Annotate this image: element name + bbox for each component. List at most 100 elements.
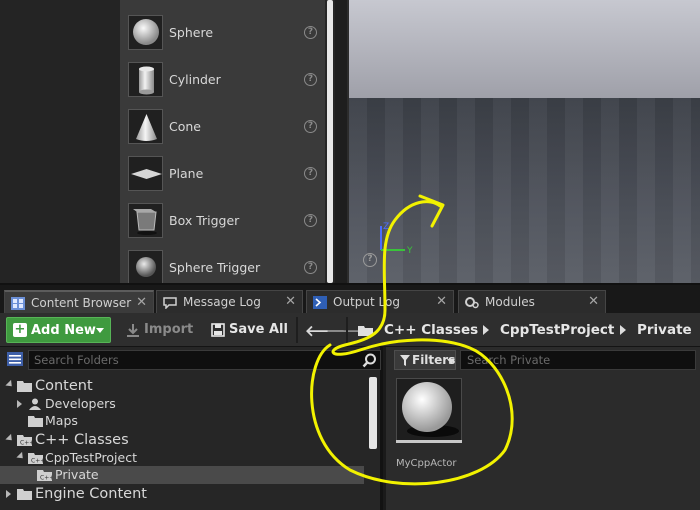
developer-icon: [29, 398, 41, 410]
tab-close-icon[interactable]: ✕: [285, 291, 296, 313]
tab-content-browser[interactable]: Content Browser ✕: [4, 290, 154, 314]
tree-item-private[interactable]: C++ Private: [0, 466, 364, 484]
folder-tree-pane: Search Folders Content Developers Maps C…: [0, 347, 383, 510]
axis-z-label: Z: [383, 222, 389, 232]
cpp-folder-icon: C++: [37, 470, 52, 482]
search-folders-input[interactable]: Search Folders: [28, 350, 381, 370]
sphere-icon: [128, 15, 163, 50]
breadcrumb-item[interactable]: CppTestProject: [500, 317, 614, 343]
tree-item-maps[interactable]: Maps: [0, 412, 364, 430]
shape-item-cone[interactable]: Cone ?: [120, 103, 325, 150]
asset-name-label: MyCppActor: [396, 458, 457, 469]
help-icon[interactable]: ?: [304, 73, 317, 86]
folder-icon: [17, 489, 32, 500]
dock-tab-bar: Content Browser ✕ Message Log ✕ Output L…: [0, 283, 700, 314]
tab-close-icon[interactable]: ✕: [588, 291, 599, 313]
save-all-label: Save All: [229, 322, 288, 337]
shape-item-sphere-trigger[interactable]: Sphere Trigger ?: [120, 244, 325, 283]
shape-label: Cylinder: [169, 72, 221, 87]
search-placeholder: Search Private: [467, 353, 551, 367]
shape-label: Cone: [169, 119, 201, 134]
cpp-folder-icon: C++: [28, 453, 43, 465]
unreal-editor-window: Sphere ? Cylinder ? Cone ? Plane ? Box T…: [0, 0, 700, 510]
tab-close-icon[interactable]: ✕: [436, 291, 447, 313]
level-viewport[interactable]: Z Y ?: [347, 0, 700, 283]
tab-label: Modules: [485, 295, 535, 309]
chevron-down-icon: [96, 328, 104, 333]
help-icon[interactable]: ?: [304, 26, 317, 39]
expand-icon[interactable]: [6, 490, 11, 498]
actor-sphere-icon: [402, 382, 459, 437]
svg-text:C++: C++: [40, 475, 52, 482]
shape-label: Box Trigger: [169, 213, 240, 228]
tab-label: Message Log: [183, 295, 261, 309]
tab-label: Content Browser: [31, 296, 132, 310]
tree-item-content[interactable]: Content: [0, 377, 364, 395]
help-icon[interactable]: ?: [304, 167, 317, 180]
asset-view-pane: Filters Search Private MyCppActor: [386, 347, 700, 510]
breadcrumb-item[interactable]: C++ Classes: [384, 317, 478, 343]
breadcrumb-item[interactable]: Private: [637, 317, 692, 343]
tree-label: Developers: [45, 396, 116, 411]
tree-item-engine-content[interactable]: Engine Content: [0, 485, 364, 503]
tab-output-log[interactable]: Output Log ✕: [306, 290, 454, 314]
help-icon[interactable]: ?: [304, 261, 317, 274]
filter-icon: [400, 355, 410, 366]
tree-item-developers[interactable]: Developers: [0, 395, 364, 413]
import-icon: [127, 324, 139, 337]
tree-label: Content: [35, 378, 93, 394]
add-new-button[interactable]: + Add New: [6, 317, 111, 343]
asset-tile-mycppactor[interactable]: [396, 378, 462, 442]
viewport-help-icon[interactable]: ?: [363, 253, 377, 267]
tree-label: C++ Classes: [35, 432, 129, 448]
message-log-icon: [163, 297, 177, 309]
shape-item-plane[interactable]: Plane ?: [120, 150, 325, 197]
tree-label: CppTestProject: [45, 450, 137, 465]
filters-button[interactable]: Filters: [394, 350, 456, 370]
expand-icon[interactable]: [5, 433, 15, 444]
folder-icon: [28, 416, 43, 427]
shape-item-sphere[interactable]: Sphere ?: [120, 9, 325, 56]
folder-tree-scroll-thumb[interactable]: [369, 377, 377, 449]
tab-close-icon[interactable]: ✕: [136, 292, 147, 314]
expand-icon[interactable]: [17, 400, 22, 408]
save-all-button[interactable]: Save All: [211, 317, 291, 343]
tree-label: Engine Content: [35, 486, 147, 502]
viewport-sky: [349, 0, 700, 98]
toolbar-divider: [296, 317, 298, 343]
import-button[interactable]: Import: [126, 317, 194, 343]
tab-message-log[interactable]: Message Log ✕: [156, 290, 303, 314]
breadcrumb-arrow-icon[interactable]: [620, 325, 626, 335]
search-assets-input[interactable]: Search Private: [460, 350, 696, 370]
shape-list-scroll-thumb[interactable]: [327, 0, 333, 283]
shape-label: Sphere: [169, 25, 214, 40]
breadcrumb-arrow-icon[interactable]: [483, 325, 489, 335]
expand-icon[interactable]: [16, 451, 26, 462]
sources-toggle-icon[interactable]: [7, 352, 23, 366]
folder-icon: [17, 381, 32, 392]
shape-label: Plane: [169, 166, 204, 181]
save-icon: [211, 323, 225, 337]
shape-label: Sphere Trigger: [169, 260, 261, 275]
cylinder-icon: [128, 62, 163, 97]
folder-open-icon: [358, 326, 373, 336]
axis-gizmo-icon: Z Y: [380, 222, 413, 256]
expand-icon[interactable]: [5, 379, 15, 390]
axis-y-label: Y: [406, 246, 413, 256]
svg-text:C++: C++: [31, 458, 43, 465]
tab-modules[interactable]: Modules ✕: [458, 290, 606, 314]
shape-item-box-trigger[interactable]: Box Trigger ?: [120, 197, 325, 244]
tree-item-cpptestproject[interactable]: C++ CppTestProject: [0, 449, 364, 467]
help-icon[interactable]: ?: [304, 214, 317, 227]
tree-item-cpp-classes[interactable]: C++ C++ Classes: [0, 431, 364, 449]
panel-splitter[interactable]: [335, 0, 347, 283]
shape-item-cylinder[interactable]: Cylinder ?: [120, 56, 325, 103]
search-icon: [362, 353, 376, 368]
help-icon[interactable]: ?: [304, 120, 317, 133]
box-trigger-icon: [128, 203, 163, 238]
modules-icon: [465, 297, 479, 309]
basic-shapes-list: Sphere ? Cylinder ? Cone ? Plane ? Box T…: [120, 0, 325, 283]
content-browser-toolbar: + Add New Import Save All 🡐 🡒 C++ Classe…: [0, 313, 700, 347]
cpp-folder-icon: C++: [17, 435, 32, 446]
add-new-label: Add New: [31, 323, 96, 338]
